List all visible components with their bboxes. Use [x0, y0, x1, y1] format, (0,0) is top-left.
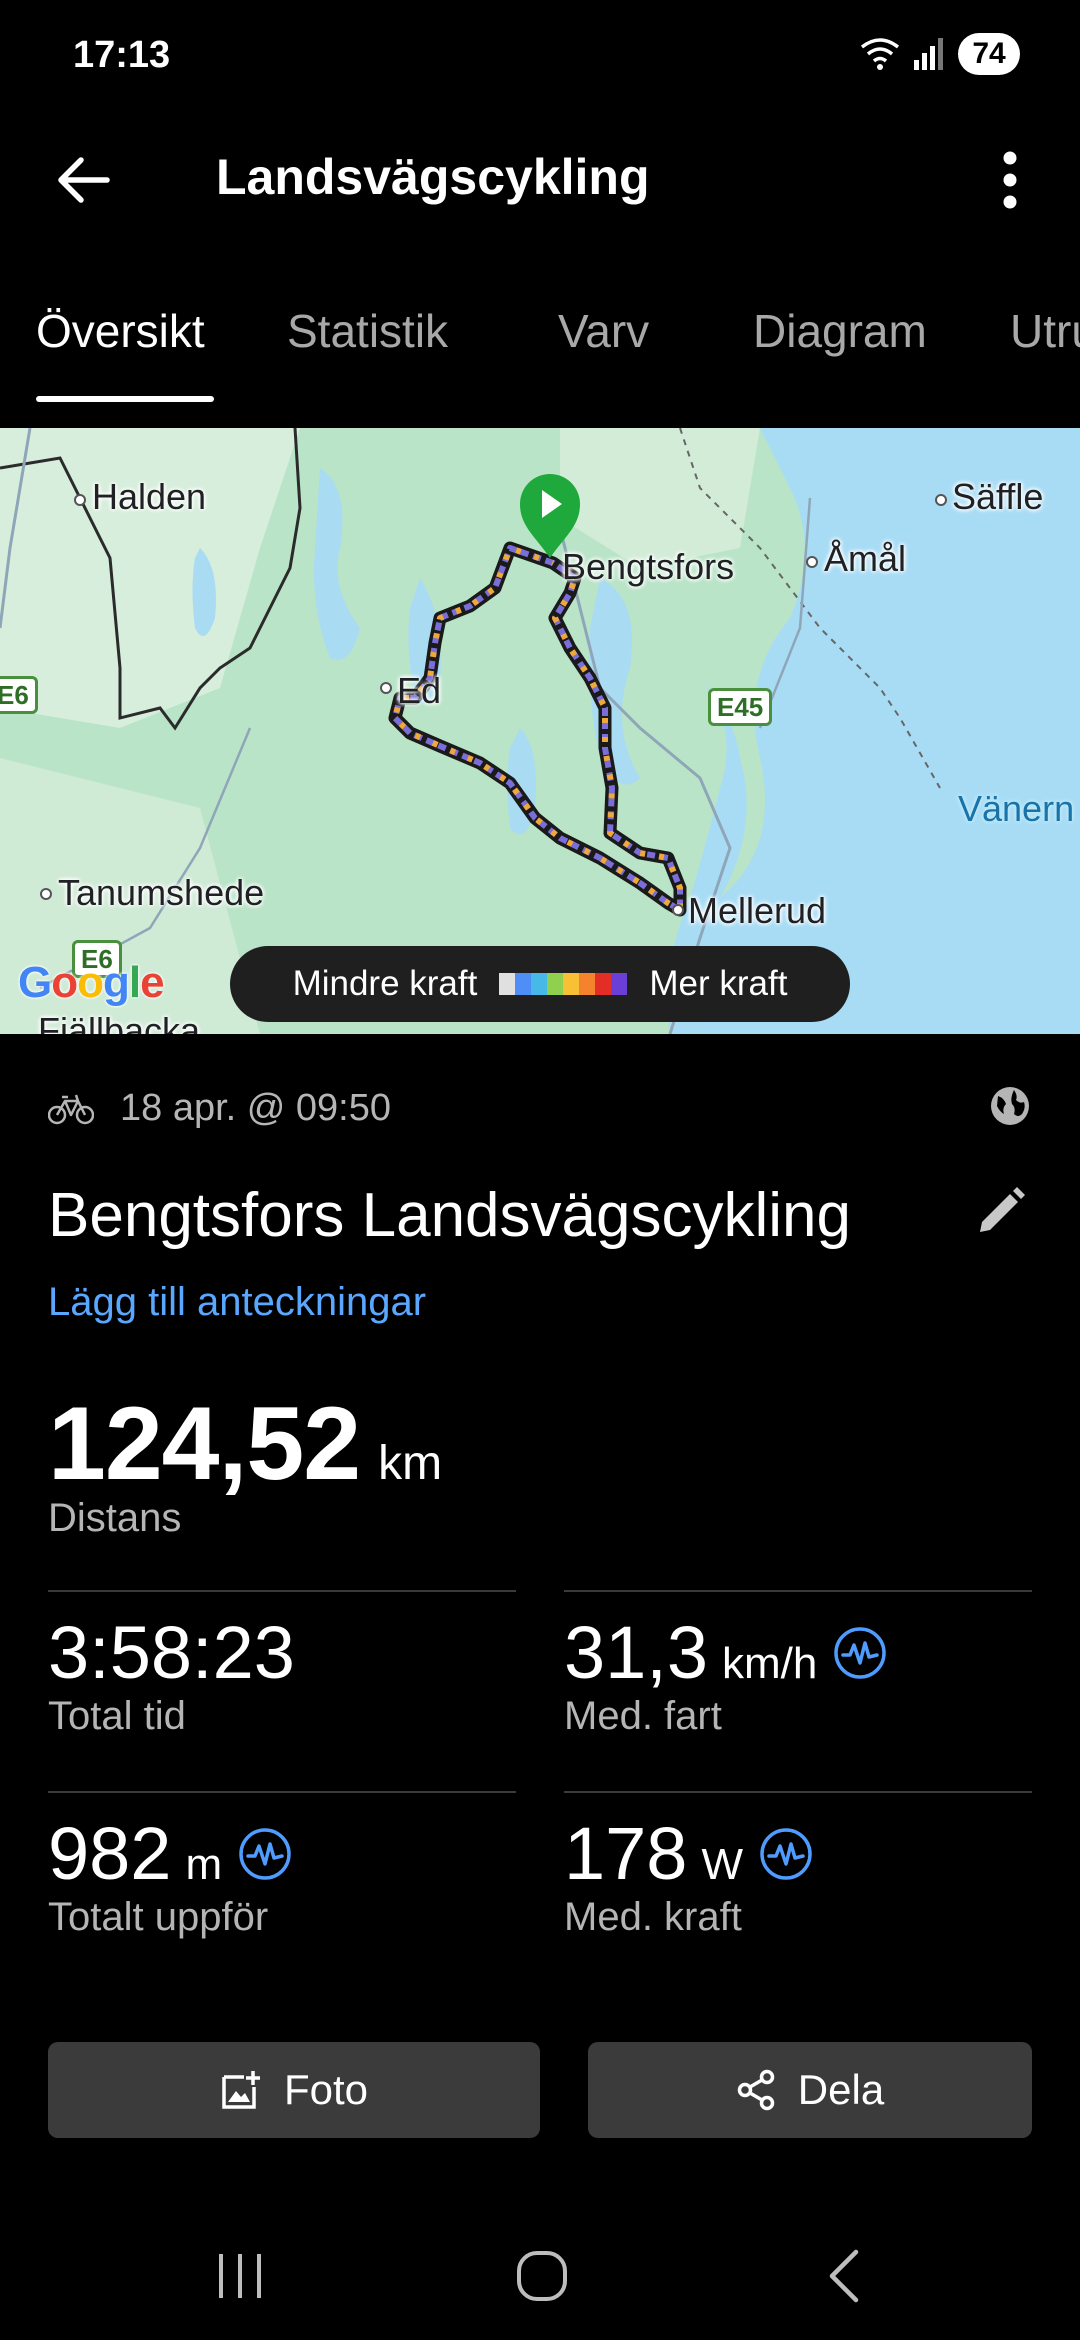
- stat-value: 31,3: [564, 1611, 709, 1694]
- active-tab-indicator: [36, 396, 214, 402]
- bicycle-icon: [48, 1094, 94, 1125]
- chart-link-icon[interactable]: [238, 1827, 292, 1881]
- stat-label: Totalt uppför: [48, 1895, 269, 1939]
- status-bar: 17:13 74: [0, 0, 1080, 110]
- tab-utrustning[interactable]: Utru: [1010, 304, 1080, 358]
- power-scale-segment: [515, 973, 532, 995]
- power-scale-segment: [595, 973, 612, 995]
- distance-unit: km: [378, 1437, 443, 1490]
- map-label-halden: Halden: [92, 476, 207, 517]
- road-badge-e45: E45: [708, 688, 773, 726]
- share-icon: [737, 2069, 775, 2111]
- map-label-saffle: Säffle: [952, 476, 1044, 517]
- recent-apps-icon: [219, 2254, 261, 2298]
- distance-stat: 124,52 km: [48, 1385, 442, 1504]
- tab-statistik[interactable]: Statistik: [287, 304, 448, 358]
- recent-apps-button[interactable]: [180, 2236, 300, 2316]
- system-back-button[interactable]: [784, 2236, 904, 2316]
- status-icons: 74: [860, 30, 1020, 78]
- map-place-marker: [40, 888, 52, 900]
- map-label-fjallbacka: Fjällbacka: [38, 1010, 201, 1034]
- status-time: 17:13: [73, 34, 171, 76]
- activity-meta: 18 apr. @ 09:50: [48, 1080, 1032, 1136]
- tab-diagram[interactable]: Diagram: [753, 304, 927, 358]
- activity-date: 18 apr. @ 09:50: [120, 1086, 391, 1129]
- map-label-tanumshede: Tanumshede: [58, 872, 265, 913]
- stat-value: 3:58:23: [48, 1611, 295, 1694]
- map-place-marker: [935, 494, 947, 506]
- system-nav-bar: [0, 2200, 1080, 2340]
- share-button[interactable]: Dela: [588, 2042, 1032, 2138]
- activity-name: Bengtsfors Landsvägscykling: [48, 1181, 852, 1250]
- photo-button[interactable]: Foto: [48, 2042, 540, 2138]
- stat-label: Med. fart: [564, 1694, 722, 1738]
- chevron-left-icon: [829, 2249, 859, 2303]
- road-badge-e6: E6: [0, 676, 38, 714]
- stat-unit: m: [185, 1840, 223, 1889]
- tab-bar: Översikt Statistik Varv Diagram Utru: [0, 290, 1080, 402]
- add-photo-icon: [222, 2071, 260, 2109]
- power-scale-segment: [499, 973, 516, 995]
- tab-oversikt[interactable]: Översikt: [36, 304, 205, 358]
- route-map[interactable]: Halden Säffle Bengtsfors Åmål Ed Vänern …: [0, 428, 1080, 1034]
- more-options-button[interactable]: [980, 144, 1040, 216]
- home-icon: [517, 2251, 567, 2301]
- home-button[interactable]: [482, 2236, 602, 2316]
- map-background: [0, 428, 1080, 1034]
- map-label-ed: Ed: [397, 670, 442, 711]
- distance-value: 124,52: [48, 1386, 361, 1502]
- power-scale-segment: [579, 973, 596, 995]
- map-place-marker: [74, 494, 86, 506]
- map-label-mellerud: Mellerud: [688, 890, 827, 931]
- wifi-icon: [860, 38, 900, 70]
- app-bar: Landsvägscykling: [0, 110, 1080, 240]
- legend-max-label: Mer kraft: [649, 964, 788, 1003]
- stat-unit: km/h: [722, 1639, 818, 1688]
- globe-icon[interactable]: [988, 1084, 1032, 1128]
- power-legend: Mindre kraft Mer kraft: [230, 946, 850, 1022]
- photo-button-label: Foto: [283, 2066, 369, 2113]
- power-scale-segment: [531, 973, 548, 995]
- stat-total-time: 3:58:23 Total tid: [48, 1590, 516, 1790]
- chart-link-icon[interactable]: [833, 1626, 887, 1680]
- power-color-scale: [499, 973, 628, 995]
- stat-ascent: 982 m Totalt uppför: [48, 1791, 516, 1991]
- map-place-marker: [672, 904, 684, 916]
- google-logo: Google: [18, 958, 165, 1007]
- signal-icon: [914, 38, 943, 70]
- pencil-icon[interactable]: [972, 1184, 1028, 1240]
- add-notes-link[interactable]: Lägg till anteckningar: [48, 1280, 426, 1325]
- stat-avg-speed: 31,3 km/h Med. fart: [564, 1590, 1032, 1790]
- stat-label: Med. kraft: [564, 1895, 742, 1939]
- chart-link-icon[interactable]: [759, 1827, 813, 1881]
- map-place-marker: [380, 682, 392, 694]
- stat-value: 178: [564, 1812, 688, 1895]
- page-title: Landsvägscykling: [216, 149, 650, 205]
- arrow-left-icon: [58, 157, 110, 203]
- battery-indicator: 74: [958, 33, 1020, 75]
- stat-unit: W: [701, 1840, 743, 1889]
- power-scale-segment: [611, 973, 628, 995]
- stat-avg-power: 178 W Med. kraft: [564, 1791, 1032, 1991]
- tab-varv[interactable]: Varv: [558, 304, 649, 358]
- legend-min-label: Mindre kraft: [292, 964, 478, 1003]
- more-vert-icon: [1003, 151, 1017, 209]
- share-button-label: Dela: [797, 2066, 885, 2113]
- stat-value: 982: [48, 1812, 172, 1895]
- distance-label: Distans: [48, 1496, 182, 1540]
- power-scale-segment: [547, 973, 564, 995]
- power-scale-segment: [563, 973, 580, 995]
- map-label-vanern: Vänern: [958, 788, 1075, 829]
- stat-label: Total tid: [48, 1694, 186, 1738]
- map-place-marker: [806, 556, 818, 568]
- map-label-amal: Åmål: [824, 538, 907, 579]
- map-label-bengtsfors: Bengtsfors: [562, 546, 735, 587]
- back-button[interactable]: [48, 144, 120, 216]
